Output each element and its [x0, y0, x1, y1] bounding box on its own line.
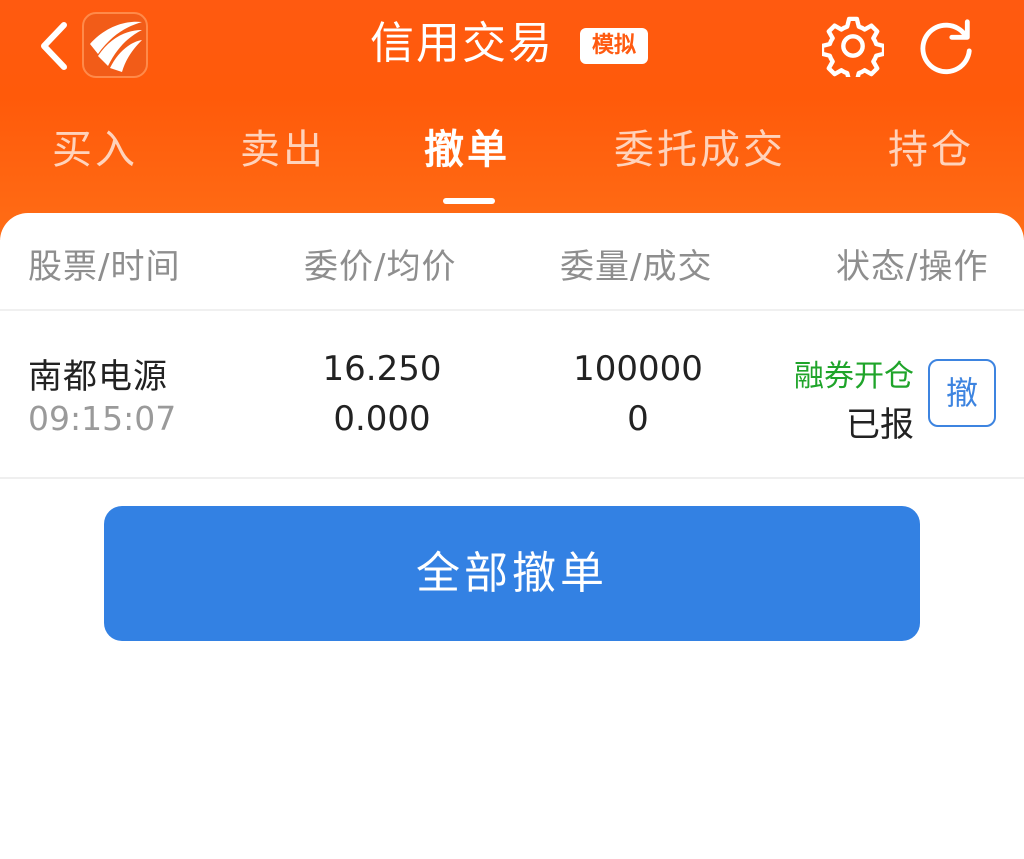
tab-positions[interactable]: 持仓	[888, 122, 974, 178]
tab-sell[interactable]: 卖出	[240, 122, 326, 178]
filled-quantity: 0	[627, 399, 649, 439]
order-price: 16.250	[322, 349, 442, 389]
app-logo	[82, 12, 148, 78]
order-status: 已报	[846, 405, 914, 445]
column-header-status-action: 状态/操作	[836, 247, 989, 287]
settings-button[interactable]	[818, 14, 888, 78]
order-card: 股票/时间 委价/均价 委量/成交 状态/操作 南都电源 09:15:07 16…	[0, 213, 1024, 859]
page-title: 信用交易	[370, 18, 554, 69]
table-header: 股票/时间 委价/均价 委量/成交 状态/操作	[0, 213, 1024, 311]
average-price: 0.000	[333, 399, 431, 439]
cancel-order-button[interactable]: 撤	[928, 359, 996, 427]
tab-orders-trades[interactable]: 委托成交	[614, 122, 786, 178]
cancel-all-button[interactable]: 全部撤单	[104, 506, 920, 641]
tab-buy[interactable]: 买入	[52, 122, 138, 178]
order-time: 09:15:07	[28, 399, 177, 438]
back-button[interactable]	[28, 14, 78, 78]
table-row[interactable]: 南都电源 09:15:07 16.250 0.000 100000 0 融券开仓…	[0, 311, 1024, 479]
active-tab-indicator	[443, 198, 495, 204]
tab-bar: 买入 卖出 撤单 委托成交 持仓	[0, 110, 1024, 204]
header: 信用交易 模拟 买入 卖出 撤单 委托成交 持仓	[0, 0, 1024, 240]
simulation-badge: 模拟	[580, 28, 649, 64]
chevron-left-icon	[41, 22, 67, 70]
refresh-button[interactable]	[910, 12, 982, 82]
gear-icon	[822, 16, 884, 77]
tab-cancel[interactable]: 撤单	[424, 122, 510, 178]
refresh-icon	[920, 19, 972, 75]
column-header-price: 委价/均价	[304, 247, 457, 287]
order-type: 融券开仓	[794, 359, 914, 394]
order-quantity: 100000	[573, 349, 703, 389]
stock-name: 南都电源	[28, 357, 168, 397]
column-header-stock-time: 股票/时间	[28, 247, 181, 287]
column-header-quantity: 委量/成交	[560, 247, 713, 287]
app-root: 信用交易 模拟 买入 卖出 撤单 委托成交 持仓 股票/时间 委价/均价 委量/…	[0, 0, 1024, 859]
top-bar: 信用交易 模拟	[0, 0, 1024, 96]
